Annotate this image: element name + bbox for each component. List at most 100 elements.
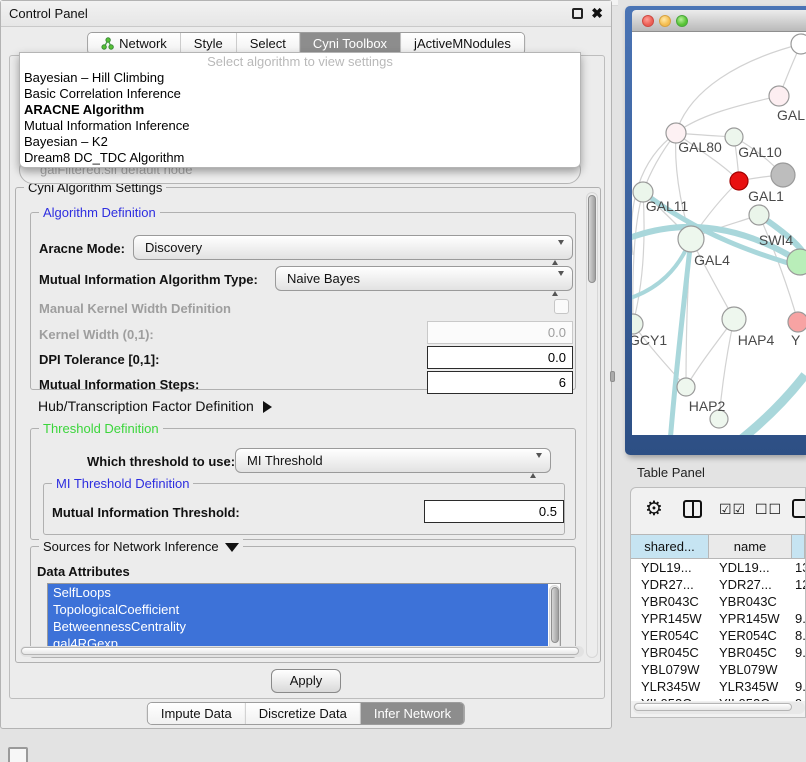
attribute-item[interactable]: BetweennessCentrality bbox=[48, 618, 548, 635]
control-panel-title: Control Panel bbox=[9, 6, 88, 21]
which-threshold-combobox[interactable]: MI Threshold bbox=[235, 448, 551, 473]
window-zoom-button[interactable] bbox=[676, 15, 688, 27]
combo-arrows-icon bbox=[530, 454, 542, 477]
tab-select[interactable]: Select bbox=[237, 33, 300, 54]
dpi-tolerance-field[interactable] bbox=[427, 346, 573, 369]
node-label: GAL10 bbox=[738, 144, 782, 160]
mi-steps-field[interactable] bbox=[427, 371, 573, 394]
mi-threshold-field[interactable] bbox=[424, 500, 564, 523]
tab-discretize-data[interactable]: Discretize Data bbox=[246, 703, 361, 724]
close-icon[interactable]: ✖ bbox=[591, 5, 603, 22]
sources-group-title[interactable]: Sources for Network Inference bbox=[39, 539, 243, 554]
settings-vertical-scrollbar[interactable] bbox=[586, 192, 598, 658]
algorithm-dropdown-list: Select algorithm to view settings Bayesi… bbox=[19, 52, 581, 168]
aracne-mode-combobox[interactable]: Discovery bbox=[133, 235, 573, 260]
window-minimize-button[interactable] bbox=[659, 15, 671, 27]
manual-kernel-checkbox[interactable] bbox=[554, 299, 569, 314]
attribute-item[interactable]: SelfLoops bbox=[48, 584, 548, 601]
attributes-scroll-thumb[interactable] bbox=[551, 587, 559, 643]
node-label: GAL80 bbox=[678, 139, 722, 155]
mi-threshold-label: Mutual Information Threshold: bbox=[52, 505, 240, 520]
table-row[interactable]: YLR345WYLR345W9. bbox=[631, 678, 805, 695]
node-label: GAL bbox=[777, 107, 805, 123]
table-row[interactable]: YDL19...YDL19...13 bbox=[631, 559, 805, 576]
new-table-icon[interactable] bbox=[792, 499, 806, 518]
data-attributes-list: SelfLoops TopologicalCoefficient Between… bbox=[47, 583, 561, 653]
network-window-titlebar bbox=[632, 10, 806, 32]
table-row[interactable]: YER054CYER054C8. bbox=[631, 627, 805, 644]
dropdown-item[interactable]: Bayesian – Hill Climbing bbox=[20, 70, 580, 86]
gear-icon[interactable]: ⚙ bbox=[645, 496, 663, 521]
mi-algorithm-type-combobox[interactable]: Naive Bayes bbox=[275, 266, 573, 291]
column-view-icon[interactable] bbox=[683, 500, 702, 518]
table-row[interactable]: YPR145WYPR145W9. bbox=[631, 610, 805, 627]
network-node-gcy1[interactable] bbox=[632, 314, 643, 334]
hub-section-toggle[interactable]: Hub/Transcription Factor Definition bbox=[38, 398, 272, 414]
node-label: GAL11 bbox=[646, 198, 689, 214]
dpi-tolerance-label: DPI Tolerance [0,1]: bbox=[39, 352, 159, 367]
column-header-clipped[interactable] bbox=[792, 535, 805, 558]
tab-infer-network[interactable]: Infer Network bbox=[361, 703, 464, 724]
apply-button[interactable]: Apply bbox=[271, 669, 341, 693]
network-node-hap2[interactable] bbox=[677, 378, 695, 396]
manual-kernel-label: Manual Kernel Width Definition bbox=[39, 301, 231, 316]
panel-splitter-handle[interactable] bbox=[610, 371, 615, 382]
attributes-list-scrollbar[interactable] bbox=[549, 585, 560, 651]
deselect-all-checkboxes-icon[interactable]: ☐☐ bbox=[755, 501, 782, 518]
which-threshold-label: Which threshold to use: bbox=[87, 454, 235, 469]
node-label: HAP4 bbox=[738, 332, 775, 348]
combo-arrows-icon bbox=[552, 241, 564, 264]
network-node-hap4[interactable] bbox=[722, 307, 746, 331]
network-node[interactable] bbox=[771, 163, 795, 187]
minimized-window-icon[interactable] bbox=[8, 747, 28, 762]
kernel-width-field[interactable] bbox=[427, 321, 573, 344]
tab-jactivemnodules[interactable]: jActiveMNodules bbox=[401, 33, 524, 54]
tab-cyni-toolbox[interactable]: Cyni Toolbox bbox=[300, 33, 401, 54]
dropdown-item[interactable]: Mutual Information Inference bbox=[20, 118, 580, 134]
dropdown-item[interactable]: Basic Correlation Inference bbox=[20, 86, 580, 102]
algorithm-definition-group: Algorithm Definition Aracne Mode: Discov… bbox=[30, 212, 576, 390]
network-node[interactable] bbox=[788, 312, 806, 332]
node-label: Y bbox=[791, 332, 801, 348]
network-node-gal4[interactable] bbox=[678, 226, 704, 252]
float-window-icon[interactable] bbox=[572, 8, 583, 19]
network-node[interactable] bbox=[791, 34, 806, 54]
aracne-mode-label: Aracne Mode: bbox=[39, 241, 125, 256]
attribute-item[interactable]: TopologicalCoefficient bbox=[48, 601, 548, 618]
table-row[interactable]: YBR043CYBR043C bbox=[631, 593, 805, 610]
network-icon bbox=[101, 37, 114, 50]
table-hscroll-thumb[interactable] bbox=[634, 703, 792, 711]
network-node[interactable] bbox=[769, 86, 789, 106]
table-row[interactable]: YBR045CYBR045C9. bbox=[631, 644, 805, 661]
sources-group: Sources for Network Inference Data Attri… bbox=[30, 546, 576, 658]
network-node-gal1-selected[interactable] bbox=[730, 172, 748, 190]
threshold-definition-group: Threshold Definition Which threshold to … bbox=[30, 428, 576, 540]
network-canvas[interactable]: GAL GAL80 GAL10 GAL1 GAL11 SWI4 GAL4 GCY… bbox=[632, 32, 806, 435]
mi-threshold-definition-title: MI Threshold Definition bbox=[52, 476, 193, 491]
select-all-checkboxes-icon[interactable]: ☑☑ bbox=[719, 501, 746, 518]
settings-vscroll-thumb[interactable] bbox=[588, 195, 596, 283]
table-row[interactable]: YDR27...YDR27...12 bbox=[631, 576, 805, 593]
expand-arrow-icon bbox=[263, 401, 272, 413]
column-header-shared-name[interactable]: shared... bbox=[631, 535, 709, 558]
node-label: GAL1 bbox=[748, 188, 784, 204]
window-close-button[interactable] bbox=[642, 15, 654, 27]
tab-impute-data[interactable]: Impute Data bbox=[148, 703, 246, 724]
table-row[interactable]: YIL052CYIL052C9. bbox=[631, 695, 805, 701]
dropdown-item[interactable]: Bayesian – K2 bbox=[20, 134, 580, 150]
tab-network[interactable]: Network bbox=[88, 33, 181, 54]
control-panel-window: Control Panel ✖ Network Style Select Cyn… bbox=[0, 0, 612, 729]
cyni-algorithm-settings-group: Cyni Algorithm Settings Algorithm Defini… bbox=[15, 187, 601, 663]
threshold-definition-title: Threshold Definition bbox=[39, 421, 163, 436]
table-horizontal-scrollbar[interactable] bbox=[633, 702, 805, 714]
tab-style[interactable]: Style bbox=[181, 33, 237, 54]
settings-hscroll-thumb[interactable] bbox=[21, 647, 579, 655]
settings-horizontal-scrollbar[interactable] bbox=[20, 646, 584, 657]
dropdown-item-selected[interactable]: ARACNE Algorithm bbox=[20, 102, 580, 118]
column-header-name[interactable]: name bbox=[709, 535, 792, 558]
dropdown-item[interactable]: Dream8 DC_TDC Algorithm bbox=[20, 150, 580, 166]
table-row[interactable]: YBL079WYBL079W bbox=[631, 661, 805, 678]
network-node-swi4[interactable] bbox=[749, 205, 769, 225]
node-label: GCY1 bbox=[632, 332, 667, 348]
table-panel-title: Table Panel bbox=[637, 465, 705, 480]
